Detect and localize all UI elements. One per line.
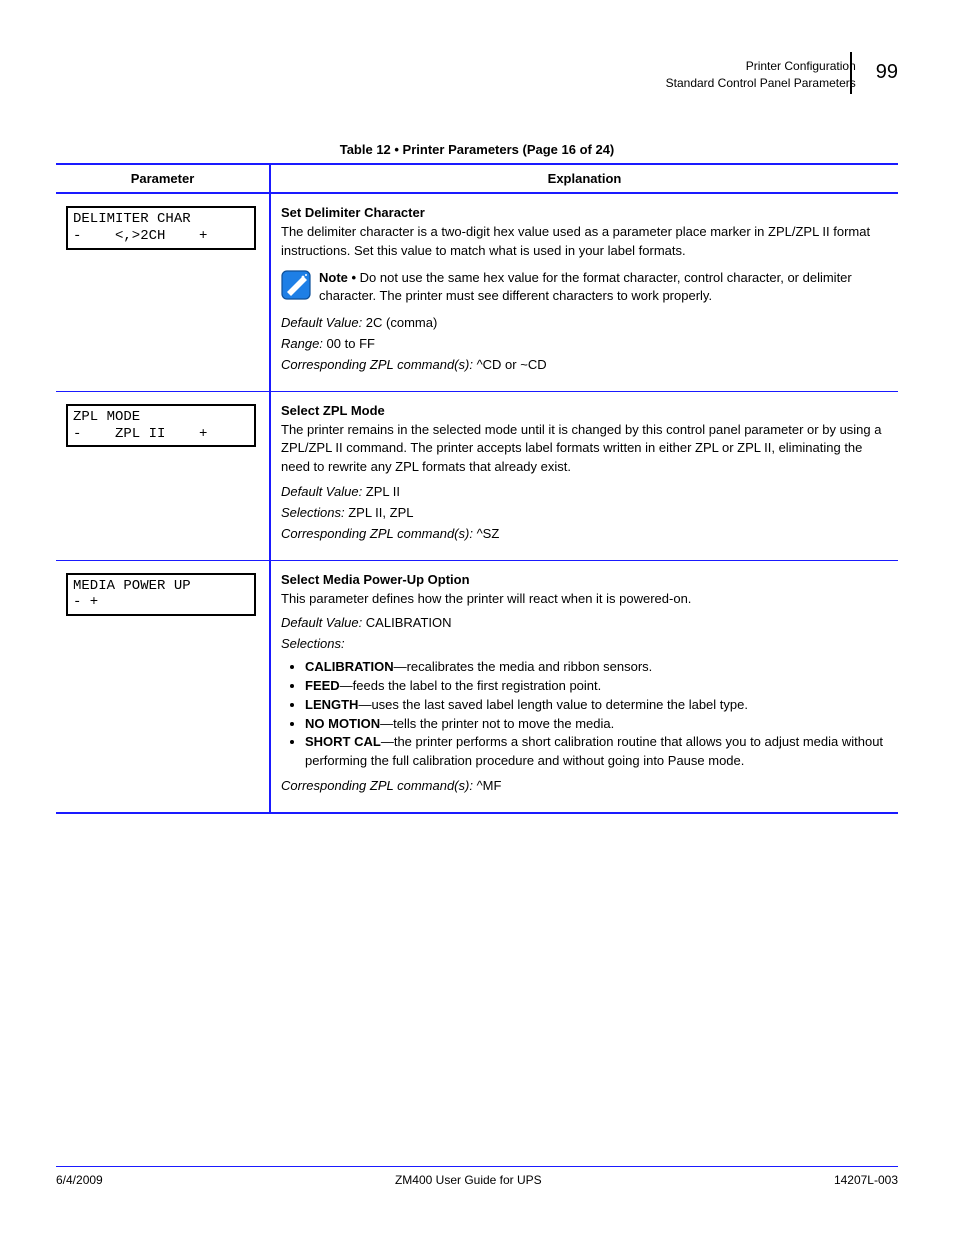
note-label: Note •: [319, 270, 360, 285]
lcd-display: MEDIA POWER UP - +: [66, 573, 256, 617]
row-title: Select Media Power-Up Option: [281, 572, 470, 587]
list-item: NO MOTION—tells the printer not to move …: [305, 715, 888, 734]
note: Note • Do not use the same hex value for…: [281, 269, 888, 307]
lcd-line2: - ZPL II +: [73, 426, 207, 442]
kv-default-label: Default Value:: [281, 484, 366, 499]
kv-zpl-label: Corresponding ZPL command(s):: [281, 526, 473, 541]
kv-zpl-value: ^CD or ~CD: [473, 357, 547, 372]
page-header: Printer Configuration Standard Control P…: [666, 58, 898, 92]
footer-center: ZM400 User Guide for UPS: [395, 1173, 542, 1187]
list-item: CALIBRATION—recalibrates the media and r…: [305, 658, 888, 677]
table-caption: Table 12 • Printer Parameters (Page 16 o…: [56, 142, 898, 157]
page-number: 99: [876, 58, 898, 86]
lcd-line1: ZPL MODE: [73, 409, 140, 425]
table-row: DELIMITER CHAR - <,>2CH + Set Delimiter …: [56, 193, 898, 391]
note-body: Do not use the same hex value for the fo…: [319, 270, 852, 304]
row-title: Set Delimiter Character: [281, 205, 425, 220]
list-item: LENGTH—uses the last saved label length …: [305, 696, 888, 715]
parameters-table: Parameter Explanation DELIMITER CHAR - <…: [56, 163, 898, 814]
footer-left: 6/4/2009: [56, 1173, 103, 1187]
kv-default-value: 2C (comma): [366, 315, 438, 330]
table-row: MEDIA POWER UP - + Select Media Power-Up…: [56, 560, 898, 813]
row-title: Select ZPL Mode: [281, 403, 385, 418]
col-header-parameter: Parameter: [56, 164, 270, 193]
kv-zpl-value: ^MF: [473, 778, 501, 793]
note-icon: [281, 270, 311, 300]
kv-default-label: Default Value:: [281, 315, 366, 330]
list-item: FEED—feeds the label to the first regist…: [305, 677, 888, 696]
kv-range-label: Range:: [281, 336, 327, 351]
kv-selections-label: Selections:: [281, 505, 348, 520]
kv-selections-label: Selections:: [281, 636, 345, 651]
footer-right: 14207L-003: [834, 1173, 898, 1187]
kv-selections-value: ZPL II, ZPL: [348, 505, 413, 520]
col-header-explanation: Explanation: [270, 164, 898, 193]
lcd-line2: - +: [73, 594, 98, 610]
lcd-line1: DELIMITER CHAR: [73, 211, 191, 227]
page-footer: 6/4/2009 ZM400 User Guide for UPS 14207L…: [56, 1166, 898, 1187]
header-section: Printer Configuration: [666, 58, 856, 75]
kv-zpl-label: Corresponding ZPL command(s):: [281, 357, 473, 372]
lcd-line1: MEDIA POWER UP: [73, 578, 191, 594]
kv-default-value: ZPL II: [366, 484, 400, 499]
header-subsection: Standard Control Panel Parameters: [666, 75, 856, 92]
kv-default-value: CALIBRATION: [366, 615, 452, 630]
kv-zpl-value: ^SZ: [473, 526, 499, 541]
kv-zpl-label: Corresponding ZPL command(s):: [281, 778, 473, 793]
kv-range-value: 00 to FF: [327, 336, 375, 351]
lcd-display: DELIMITER CHAR - <,>2CH +: [66, 206, 256, 250]
lcd-line2: - <,>2CH +: [73, 228, 207, 244]
row-body: The printer remains in the selected mode…: [281, 421, 888, 478]
row-body: The delimiter character is a two-digit h…: [281, 223, 888, 261]
list-item: SHORT CAL—the printer performs a short c…: [305, 733, 888, 771]
lcd-display: ZPL MODE - ZPL II +: [66, 404, 256, 448]
row-body: This parameter defines how the printer w…: [281, 590, 888, 609]
kv-default-label: Default Value:: [281, 615, 366, 630]
table-row: ZPL MODE - ZPL II + Select ZPL Mode The …: [56, 391, 898, 560]
